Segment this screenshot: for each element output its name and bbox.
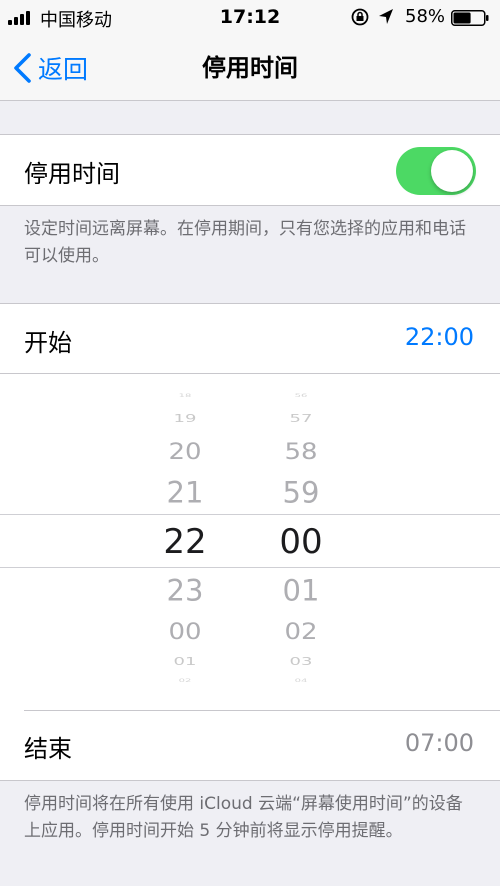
downtime-footer-note: 停用时间将在所有使用 iCloud 云端“屏幕使用时间”的设备上应用。停用时间开… [24,794,463,841]
picker-minute[interactable]: 01 [261,576,341,606]
start-time-value: 22:00 [404,323,474,351]
orientation-lock-icon [351,8,369,26]
end-time-value: 07:00 [404,729,474,757]
picker-selection-top-line [0,514,500,515]
picker-selection-bottom-line [0,567,500,568]
picker-hour[interactable]: 22 [145,525,225,559]
end-time-cell[interactable]: 结束 07:00 [0,710,500,780]
picker-minute[interactable]: 56 [261,394,341,399]
picker-minute[interactable]: 57 [261,413,341,425]
time-picker[interactable]: 18 56 19 57 20 58 21 59 22 00 23 01 00 02 01 03 02 04 [0,374,500,710]
picker-hour[interactable]: 21 [145,478,225,508]
separator [0,780,500,781]
battery-percent: 58% [405,6,446,27]
downtime-toggle-label: 停用时间 [24,160,120,188]
start-label: 开始 [24,329,72,357]
picker-minute[interactable]: 03 [261,656,341,668]
picker-hour[interactable]: 20 [145,441,225,463]
picker-hour[interactable]: 00 [145,621,225,643]
picker-hour[interactable]: 18 [145,394,225,399]
picker-minute[interactable]: 59 [261,478,341,508]
navigation-bar: 返回 停用时间 [0,36,500,101]
downtime-toggle-switch[interactable] [396,147,476,195]
picker-hour[interactable]: 23 [145,576,225,606]
picker-minute[interactable]: 02 [261,621,341,643]
downtime-toggle-cell: 停用时间 [0,135,500,205]
picker-minute[interactable]: 58 [261,441,341,463]
battery-icon [451,10,489,26]
picker-minute[interactable]: 04 [261,679,341,684]
picker-minute[interactable]: 00 [261,525,341,559]
start-time-cell[interactable]: 开始 22:00 [0,304,500,374]
picker-hour[interactable]: 02 [145,679,225,684]
location-icon [379,9,393,24]
toggle-knob [431,150,473,192]
status-bar: 中国移动 17:12 58% [0,0,500,36]
separator [0,205,500,206]
picker-hour[interactable]: 19 [145,413,225,425]
end-label: 结束 [24,735,72,763]
picker-hour[interactable]: 01 [145,656,225,668]
downtime-description: 设定时间远离屏幕。在停用期间，只有您选择的应用和电话可以使用。 [24,219,466,266]
page-title: 停用时间 [202,54,298,82]
separator [24,710,500,711]
